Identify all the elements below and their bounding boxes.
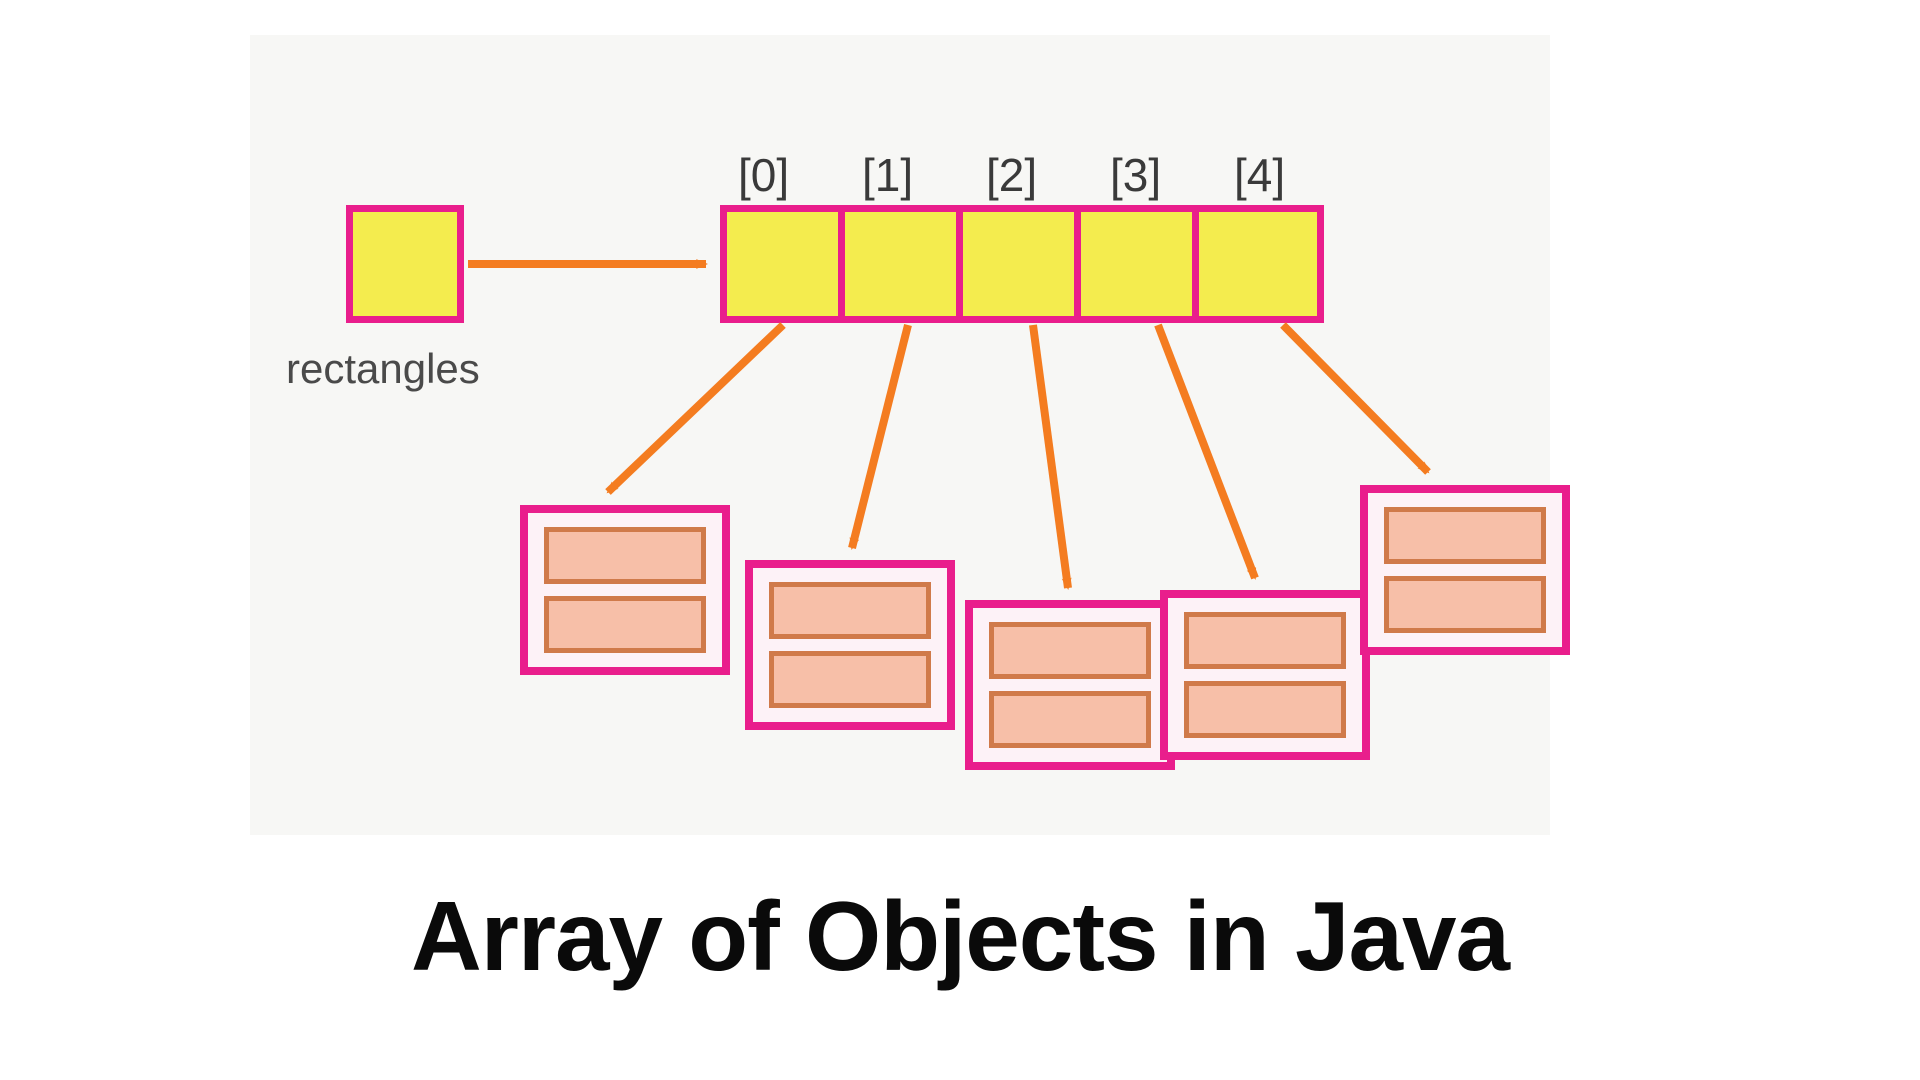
- object-field-slot: [544, 527, 706, 584]
- reference-variable-label: rectangles: [286, 345, 480, 393]
- object-field-slot: [769, 651, 931, 708]
- object-box-3: [1160, 590, 1370, 760]
- object-field-slot: [544, 596, 706, 653]
- object-box-2: [965, 600, 1175, 770]
- object-field-slot: [1184, 681, 1346, 738]
- array-index-label: [1]: [862, 148, 913, 202]
- array-cell-3: [1081, 212, 1199, 316]
- object-field-slot: [1384, 576, 1546, 633]
- object-field-slot: [769, 582, 931, 639]
- object-box-1: [745, 560, 955, 730]
- reference-variable-box: [346, 205, 464, 323]
- array-cell-2: [963, 212, 1081, 316]
- array-cell-4: [1199, 212, 1317, 316]
- array-index-label: [3]: [1110, 148, 1161, 202]
- object-box-4: [1360, 485, 1570, 655]
- diagram-title: Array of Objects in Java: [0, 880, 1920, 993]
- object-field-slot: [1384, 507, 1546, 564]
- array-cell-1: [845, 212, 963, 316]
- array-row: [720, 205, 1324, 323]
- object-field-slot: [989, 622, 1151, 679]
- object-field-slot: [1184, 612, 1346, 669]
- array-index-label: [0]: [738, 148, 789, 202]
- object-box-0: [520, 505, 730, 675]
- object-field-slot: [989, 691, 1151, 748]
- array-cell-0: [727, 212, 845, 316]
- array-index-label: [2]: [986, 148, 1037, 202]
- array-index-label: [4]: [1234, 148, 1285, 202]
